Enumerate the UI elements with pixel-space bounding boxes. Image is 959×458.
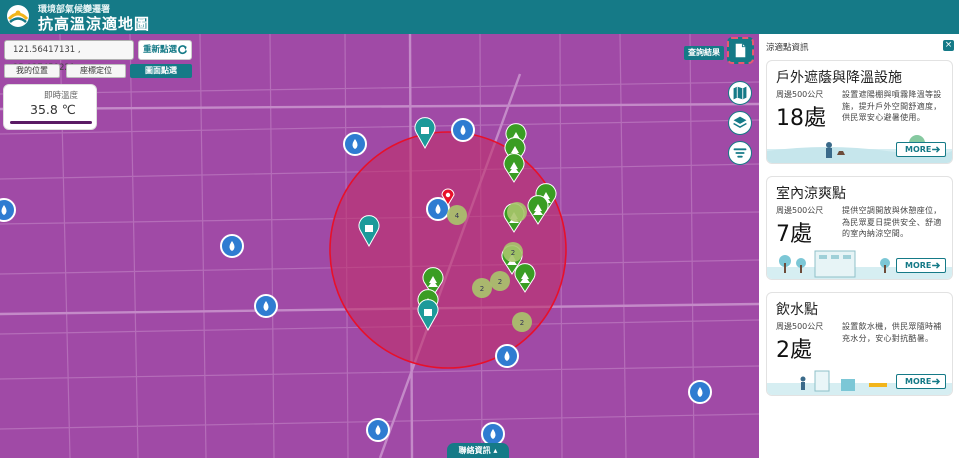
filter-button[interactable] — [728, 141, 752, 165]
cluster-count: 2 — [511, 249, 515, 257]
outdoor-shade-card: 戶外遮蔭與降溫設施 周邊500公尺 18處 設置遮陽棚與噴霧降溫等設施，提升戶外… — [766, 60, 953, 164]
contact-info-label: 聯絡資訊 — [458, 446, 491, 455]
cluster-count: 2 — [520, 319, 524, 327]
arrow-right-icon — [932, 146, 941, 153]
arrow-right-icon — [932, 262, 941, 269]
layers-icon — [733, 116, 747, 128]
card-count: 7處 — [776, 222, 812, 247]
card-title: 室內涼爽點 — [776, 186, 846, 202]
contact-info-button[interactable]: 聯絡資訊 ▴ — [447, 443, 509, 458]
card-count: 18處 — [776, 106, 826, 131]
card-count: 2處 — [776, 338, 812, 363]
more-label: MORE — [905, 145, 932, 154]
map-layer[interactable]: 4 2 2 2 2 — [0, 34, 759, 458]
card-description: 提供空調開放與休憩座位，為民眾夏日提供安全、舒適的室內納涼空間。 — [842, 206, 942, 238]
query-result-button[interactable] — [727, 37, 754, 64]
more-label: MORE — [905, 261, 932, 270]
tab-my-location[interactable]: 我的位置 — [4, 64, 60, 78]
logo-icon — [7, 5, 29, 27]
temperature-card: 即時溫度 35.8 ℃ — [3, 84, 97, 130]
temperature-label: 即時溫度 — [44, 91, 79, 101]
map-canvas[interactable]: 4 2 2 2 2 121.56417131 , 25.037450221 重新… — [0, 34, 759, 458]
indoor-cool-card: 室內涼爽點 周邊500公尺 7處 提供空調開放與休憩座位，為民眾夏日提供安全、舒… — [766, 176, 953, 280]
map-icon — [733, 86, 747, 100]
drinking-water-card: 飲水點 周邊500公尺 2處 設置飲水機，供民眾隨時補充水分，安心對抗酷暑。 M… — [766, 292, 953, 396]
reposition-label: 重新點選 — [143, 45, 178, 55]
panel-title: 涼適點資訊 — [766, 43, 809, 53]
reposition-button[interactable]: 重新點選 — [138, 40, 192, 60]
card-subtitle: 周邊500公尺 — [776, 90, 824, 99]
temperature-bar — [10, 121, 92, 124]
chevron-up-icon: ▴ — [493, 446, 498, 455]
card-description: 設置遮陽棚與噴霧降溫等設施，提升戶外空間舒適度，供民眾安心避暑使用。 — [842, 90, 942, 122]
card-title: 戶外遮蔭與降溫設施 — [776, 70, 902, 86]
refresh-icon — [178, 45, 187, 55]
filter-icon — [733, 148, 747, 158]
cluster-count: 4 — [455, 212, 460, 220]
temperature-value: 35.8 ℃ — [30, 102, 76, 117]
tab-coordinate-locate[interactable]: 座標定位 — [66, 64, 126, 78]
tab-map-select[interactable]: 圖面點選 — [130, 64, 192, 78]
cluster-count: 2 — [480, 285, 484, 293]
card-subtitle: 周邊500公尺 — [776, 322, 824, 331]
layers-button[interactable] — [728, 111, 752, 135]
more-button[interactable]: MORE — [896, 142, 946, 157]
cluster-count: 2 — [498, 278, 502, 286]
query-result-label[interactable]: 查詢結果 — [684, 46, 724, 60]
arrow-right-icon — [932, 378, 941, 385]
card-description: 設置飲水機，供民眾隨時補充水分，安心對抗酷暑。 — [842, 322, 942, 343]
card-subtitle: 周邊500公尺 — [776, 206, 824, 215]
app-title: 抗高溫涼適地圖 — [38, 15, 151, 33]
more-button[interactable]: MORE — [896, 374, 946, 389]
more-label: MORE — [905, 377, 932, 386]
app-header: 環境部氣候變遷署 抗高溫涼適地圖 — [0, 0, 959, 34]
more-button[interactable]: MORE — [896, 258, 946, 273]
coordinate-input[interactable]: 121.56417131 , 25.037450221 — [4, 40, 134, 73]
map-layer-button[interactable] — [728, 81, 752, 105]
cooling-spot-panel: 涼適點資訊 × 戶外遮蔭與降溫設施 周邊500公尺 18處 設置遮陽棚與噴霧降溫… — [759, 34, 959, 458]
card-title: 飲水點 — [776, 302, 818, 318]
document-icon — [735, 43, 746, 58]
close-icon[interactable]: × — [943, 40, 954, 51]
